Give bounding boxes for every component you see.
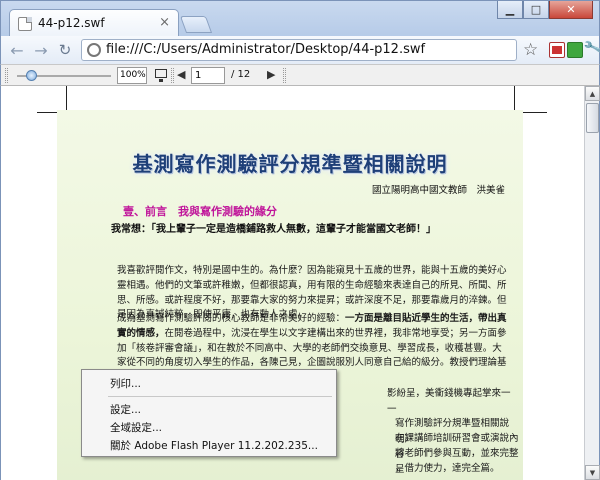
page-icon <box>18 17 32 31</box>
title-bar: 44-p12.swf × ▁ □ ✕ <box>0 0 600 37</box>
prev-page-icon[interactable]: ◀ <box>177 68 185 81</box>
page-number-input[interactable]: 1 <box>191 67 225 84</box>
scroll-up-arrow-icon[interactable]: ▲ <box>585 86 600 101</box>
window-controls: ▁ □ ✕ <box>497 1 593 21</box>
zoom-input[interactable]: 100% <box>117 67 147 84</box>
zoom-slider-thumb[interactable] <box>26 70 37 81</box>
paragraph-right-line-4: ，借力使力，達完全篇。 <box>395 463 500 474</box>
menu-item-global-settings[interactable]: 全域設定... <box>110 420 162 435</box>
flash-context-menu: 列印... 設定... 全域設定... 關於 Adobe Flash Playe… <box>81 369 337 457</box>
bookmark-star-icon[interactable]: ☆ <box>523 40 538 60</box>
menu-item-settings[interactable]: 設定... <box>110 402 141 417</box>
close-window-button[interactable]: ✕ <box>549 1 593 19</box>
toolbar-separator <box>171 68 174 83</box>
scroll-down-arrow-icon[interactable]: ▼ <box>585 465 600 480</box>
crop-mark <box>37 112 57 113</box>
extension-green-icon[interactable] <box>567 42 583 58</box>
vertical-scrollbar[interactable]: ▲ ▼ <box>584 86 600 480</box>
toolbar-grip <box>5 68 8 83</box>
scrollbar-thumb[interactable] <box>586 103 599 133</box>
back-arrow-icon[interactable]: ← <box>7 40 27 60</box>
navigation-bar: ← → ↻ file:///C:/Users/Administrator/Des… <box>0 36 600 64</box>
browser-tab[interactable]: 44-p12.swf × <box>9 9 179 37</box>
document-author: 國立陽明高中國文教師 洪美雀 <box>371 185 505 196</box>
fit-page-icon[interactable] <box>155 69 167 82</box>
next-page-icon[interactable]: ▶ <box>267 68 275 81</box>
maximize-button[interactable]: □ <box>523 1 549 19</box>
paragraph-2-tail: 影紛呈，美衝錢機專起掌來一一 <box>387 388 511 415</box>
extension-pdf-icon[interactable] <box>549 42 565 58</box>
viewer-toolbar: 100% ◀ 1 / 12 ▶ <box>0 64 600 86</box>
forward-arrow-icon[interactable]: → <box>31 40 51 60</box>
toolbar-separator <box>283 68 286 83</box>
crop-mark <box>514 86 515 112</box>
reload-icon[interactable]: ↻ <box>55 40 75 60</box>
url-text[interactable]: file:///C:/Users/Administrator/Desktop/4… <box>106 42 425 57</box>
tab-title: 44-p12.swf <box>38 16 105 30</box>
page-total: / 12 <box>231 69 251 80</box>
crop-mark <box>523 112 547 113</box>
paragraph-2-lead: 成為基測寫作測驗評閱的核心教師是非常美好的經驗： <box>117 313 346 324</box>
document-title: 基測寫作測驗評分規準暨相關說明 <box>132 152 448 176</box>
address-bar[interactable]: file:///C:/Users/Administrator/Desktop/4… <box>81 39 517 61</box>
menu-item-about-flash[interactable]: 關於 Adobe Flash Player 11.2.202.235... <box>110 438 318 453</box>
new-tab-button[interactable] <box>179 16 213 33</box>
menu-item-print[interactable]: 列印... <box>110 376 141 391</box>
opening-quote: 我常想：「我上輩子一定是造橋鋪路救人無數，這輩子才能當國文老師！」 <box>111 224 436 235</box>
crop-mark <box>66 86 67 112</box>
file-page-icon <box>87 43 101 57</box>
menu-separator <box>108 396 332 397</box>
close-tab-icon[interactable]: × <box>159 15 170 31</box>
section-heading: 壹、前言 我與寫作測驗的緣分 <box>123 205 277 218</box>
minimize-button[interactable]: ▁ <box>497 1 523 19</box>
wrench-menu-icon[interactable]: 🔧 <box>583 38 600 59</box>
